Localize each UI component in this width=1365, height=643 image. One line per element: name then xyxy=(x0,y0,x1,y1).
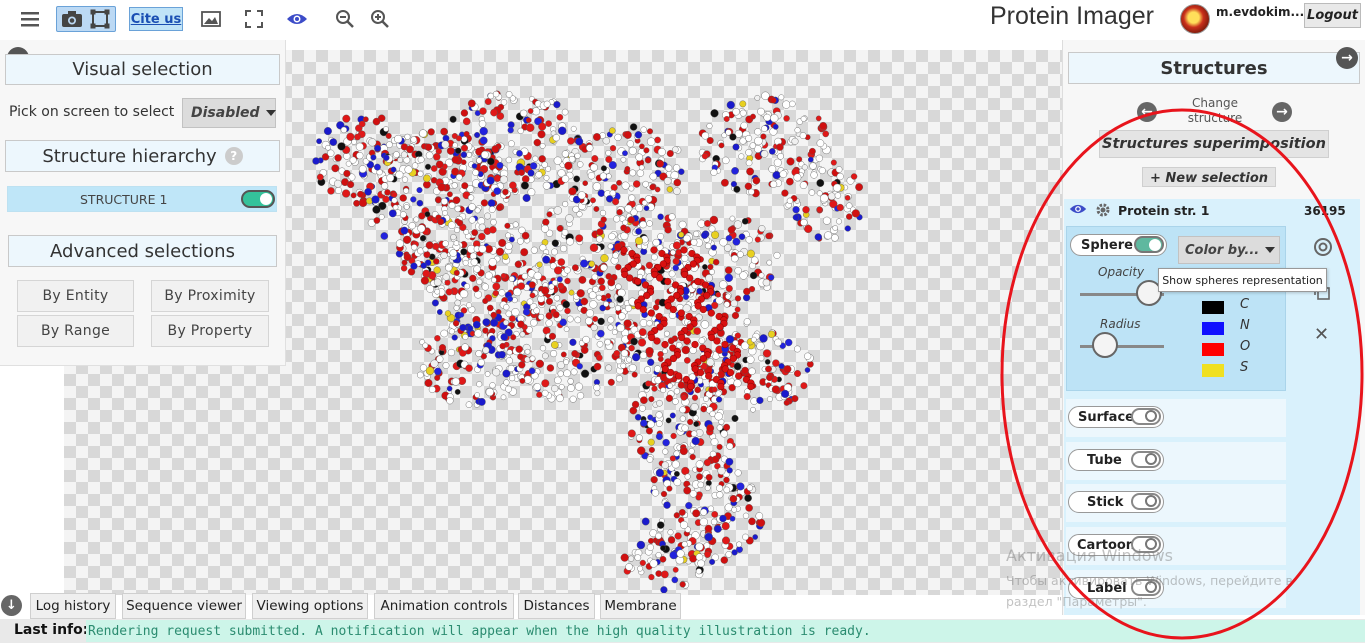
visual-selection-header: Visual selection xyxy=(5,54,280,85)
tab-log-history[interactable]: Log history xyxy=(30,593,116,619)
stick-toggle[interactable] xyxy=(1131,493,1161,510)
color-by-dropdown[interactable]: Color by... xyxy=(1178,236,1280,264)
sphere-panel: Sphere Color by... Opacity Radius C N O … xyxy=(1066,226,1286,391)
by-range-button[interactable]: By Range xyxy=(17,315,134,347)
color-by-label: Color by... xyxy=(1185,242,1260,258)
structure-name: STRUCTURE 1 xyxy=(80,192,168,207)
structure-row[interactable]: STRUCTURE 1 xyxy=(7,186,277,212)
status-message: Rendering request submitted. A notificat… xyxy=(86,620,1365,642)
radius-label: Radius xyxy=(1100,317,1141,331)
stick-row: Stick xyxy=(1066,484,1286,522)
status-bar: Last info: Rendering request submitted. … xyxy=(0,619,1365,643)
sphere-label: Sphere xyxy=(1081,237,1133,253)
watermark-title: Активация Windows xyxy=(1006,546,1173,565)
camera-icon[interactable] xyxy=(60,8,84,30)
legend-swatch-o xyxy=(1202,343,1224,356)
stick-pill[interactable]: Stick xyxy=(1068,491,1164,513)
tube-label: Tube xyxy=(1087,452,1122,468)
watermark-text: Чтобы активировать Windows, перейдите в … xyxy=(1006,573,1293,609)
structure-visibility-toggle[interactable] xyxy=(241,190,275,208)
radius-slider-thumb[interactable] xyxy=(1092,332,1119,358)
opacity-label: Opacity xyxy=(1098,265,1145,279)
tab-distances[interactable]: Distances xyxy=(518,593,595,619)
advanced-selections-title: Advanced selections xyxy=(50,240,235,262)
by-entity-button[interactable]: By Entity xyxy=(17,280,134,312)
left-panel: ← Visual selection Pick on screen to sel… xyxy=(0,40,286,366)
tab-sequence-viewer[interactable]: Sequence viewer xyxy=(122,593,246,619)
help-icon[interactable]: ? xyxy=(224,147,243,165)
avatar[interactable] xyxy=(1180,4,1210,34)
target-icon[interactable] xyxy=(1313,237,1333,261)
top-toolbar: Cite us Protein Imager m.evdokim... Logo… xyxy=(0,0,1365,38)
sphere-tooltip: Show spheres representation xyxy=(1158,268,1327,292)
chevron-down-icon xyxy=(1265,247,1276,253)
eye-icon[interactable] xyxy=(1069,203,1087,219)
surface-pill[interactable]: Surface xyxy=(1068,406,1164,428)
superimposition-button[interactable]: Structures superimposition xyxy=(1099,130,1329,158)
logout-button[interactable]: Logout xyxy=(1304,3,1361,28)
change-structure-label: Change structure xyxy=(1187,96,1243,125)
by-proximity-button[interactable]: By Proximity xyxy=(151,280,269,312)
gear-icon[interactable] xyxy=(1095,202,1111,222)
frame-icon[interactable] xyxy=(88,8,112,30)
eye-icon[interactable] xyxy=(285,6,309,32)
status-label: Last info: xyxy=(14,622,89,638)
app-title: Protein Imager xyxy=(990,2,1154,30)
legend-swatch-n xyxy=(1202,322,1224,335)
prev-structure-icon[interactable]: ← xyxy=(1137,102,1157,122)
tube-row: Tube xyxy=(1066,442,1286,480)
close-icon[interactable]: ✕ xyxy=(1314,324,1329,345)
pick-dropdown[interactable]: Disabled xyxy=(182,98,276,128)
legend-swatch-s xyxy=(1202,364,1224,377)
image-icon[interactable] xyxy=(200,6,222,32)
bottom-tabs: ↓ Log history Sequence viewer Viewing op… xyxy=(0,593,700,620)
legend-label-o: O xyxy=(1240,339,1251,354)
legend-label-n: N xyxy=(1240,318,1250,333)
tab-viewing-options[interactable]: Viewing options xyxy=(252,593,368,619)
visual-selection-title: Visual selection xyxy=(72,59,213,80)
fullscreen-icon[interactable] xyxy=(243,6,265,32)
advanced-selections-header: Advanced selections xyxy=(8,235,277,267)
by-property-button[interactable]: By Property xyxy=(151,315,269,347)
atom-count: 36195 xyxy=(1304,204,1346,218)
surface-row: Surface xyxy=(1066,399,1286,437)
zoom-out-icon[interactable] xyxy=(334,6,356,32)
zoom-in-icon[interactable] xyxy=(369,6,391,32)
stick-label: Stick xyxy=(1087,494,1124,510)
protein-name: Protein str. 1 xyxy=(1118,203,1210,218)
menu-icon[interactable] xyxy=(18,6,42,32)
collapse-bottom-icon[interactable]: ↓ xyxy=(1,595,22,616)
cite-us-button[interactable]: Cite us xyxy=(129,7,183,31)
snapshot-group xyxy=(56,6,116,32)
chevron-down-icon xyxy=(265,110,276,116)
tube-pill[interactable]: Tube xyxy=(1068,449,1164,471)
pick-value: Disabled xyxy=(191,105,260,121)
structure-hierarchy-title: Structure hierarchy xyxy=(42,145,217,167)
next-structure-icon[interactable]: → xyxy=(1272,102,1292,122)
tab-animation-controls[interactable]: Animation controls xyxy=(374,593,514,619)
sphere-toggle[interactable] xyxy=(1134,236,1164,253)
username: m.evdokim... xyxy=(1216,5,1305,19)
tab-membrane[interactable]: Membrane xyxy=(600,593,681,619)
legend-label-s: S xyxy=(1240,360,1249,375)
sphere-toggle-pill[interactable]: Sphere xyxy=(1070,234,1167,256)
pick-label: Pick on screen to select xyxy=(9,104,175,120)
collapse-right-icon[interactable]: → xyxy=(1336,47,1358,69)
legend-label-c: C xyxy=(1240,297,1250,312)
tube-toggle[interactable] xyxy=(1131,451,1161,468)
structures-title: Structures xyxy=(1160,57,1268,79)
surface-label: Surface xyxy=(1078,409,1134,425)
legend-swatch-c xyxy=(1202,301,1224,314)
structure-hierarchy-header: Structure hierarchy ? xyxy=(5,140,280,172)
structures-header: Structures xyxy=(1068,52,1360,84)
surface-toggle[interactable] xyxy=(1131,408,1161,425)
new-selection-button[interactable]: + New selection xyxy=(1142,167,1276,187)
